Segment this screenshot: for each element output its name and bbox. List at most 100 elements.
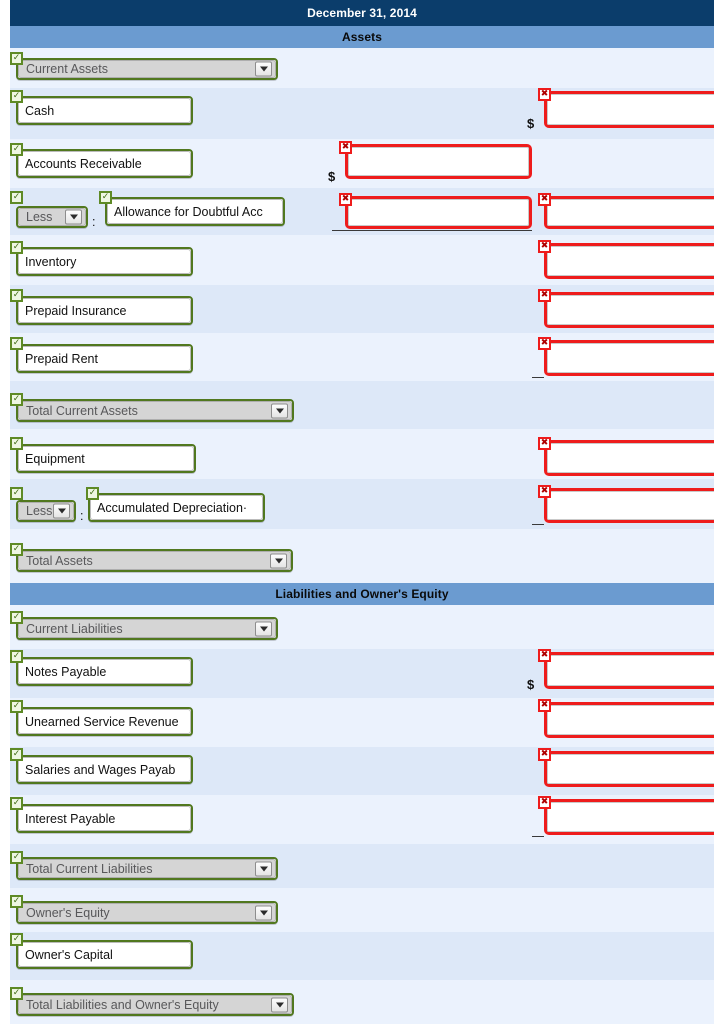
account-select-label-current-assets: Current Assets [26,62,108,76]
chevron-down-icon[interactable] [255,621,272,636]
account-name-input-interest-payable[interactable]: Interest Payable [16,804,193,833]
account-select-total-current-assets[interactable]: Total Current Assets [16,399,294,422]
account-name-input-prepaid-insurance[interactable]: Prepaid Insurance [16,296,193,325]
valid-check-icon-notes-payable: ✓ [10,650,23,663]
amount-input-accounts-receivable-middle[interactable] [345,144,532,179]
account-name-text-cash: Cash [25,103,55,118]
chevron-down-icon[interactable] [255,861,272,876]
currency-symbol-accounts-receivable: $ [328,169,336,184]
valid-check-icon-accumulated-depr-name: ✓ [86,487,99,500]
account-select-total-assets[interactable]: Total Assets [16,549,293,572]
account-select-total-liabilities-equity[interactable]: Total Liabilities and Owner's Equity [16,993,294,1016]
valid-check-icon-allowance-name: ✓ [99,191,112,204]
valid-check-icon-salaries-wages-payable: ✓ [10,748,23,761]
account-name-text-owners-capital: Owner's Capital [25,947,113,962]
invalid-cross-icon-allowance-middle: ✖ [339,193,352,206]
modifier-select-label-accumulated-depr: Less [26,504,53,518]
liabilities-section-banner: Liabilities and Owner's Equity [10,583,714,605]
amount-input-cash-right[interactable] [544,91,714,128]
account-name-text-allowance-doubtful: Allowance for Doubtful Acc [114,204,263,219]
invalid-cross-icon-unearned-service-revenue-amount: ✖ [538,699,551,712]
currency-symbol-cash: $ [527,116,535,131]
chevron-down-icon[interactable] [271,997,288,1012]
valid-check-icon-current-liabilities: ✓ [10,611,23,624]
invalid-cross-icon-accounts-receivable-amount: ✖ [339,141,352,154]
amount-input-allowance-right[interactable] [544,196,714,229]
assets-section-text: Assets [342,30,382,44]
account-select-label-owners-equity: Owner's Equity [26,905,110,920]
account-select-current-assets[interactable]: Current Assets [16,58,278,80]
valid-check-icon-current-assets: ✓ [10,52,23,65]
amount-input-accumulated-depr-right[interactable] [544,488,714,523]
invalid-cross-icon-accumulated-depr-amount: ✖ [538,485,551,498]
account-name-input-salaries-wages-payable[interactable]: Salaries and Wages Payab [16,755,193,784]
balance-sheet-form: December 31, 2014 Assets Liabilities and… [0,0,714,1024]
amount-input-interest-payable-right[interactable] [544,799,714,835]
account-name-input-equipment[interactable]: Equipment [16,444,196,473]
account-select-label-total-assets: Total Assets [26,553,93,568]
statement-date-text: December 31, 2014 [307,6,417,20]
valid-check-icon-total-liabilities-equity: ✓ [10,987,23,1000]
account-name-text-accumulated-depreciation: Accumulated Depreciation· [97,500,248,515]
separator-colon-allowance: : [92,215,96,229]
account-name-text-prepaid-rent: Prepaid Rent [25,351,98,366]
account-name-text-accounts-receivable: Accounts Receivable [25,156,142,171]
account-name-input-inventory[interactable]: Inventory [16,247,193,276]
account-name-text-salaries-wages-payable: Salaries and Wages Payab [25,762,176,777]
amount-input-inventory-right[interactable] [544,243,714,279]
account-name-input-cash[interactable]: Cash [16,96,193,125]
chevron-down-icon[interactable] [65,209,82,225]
amount-input-prepaid-rent-right[interactable] [544,340,714,376]
assets-section-banner: Assets [10,26,714,48]
valid-check-icon-owners-capital: ✓ [10,933,23,946]
account-name-input-owners-capital[interactable]: Owner's Capital [16,940,193,969]
valid-check-icon-total-current-liabilities: ✓ [10,851,23,864]
amount-input-equipment-right[interactable] [544,440,714,476]
amount-input-salaries-wages-payable-right[interactable] [544,751,714,787]
currency-symbol-notes-payable: $ [527,677,535,692]
account-name-text-interest-payable: Interest Payable [25,811,116,826]
account-name-input-accumulated-depreciation[interactable]: Accumulated Depreciation· [88,493,265,522]
invalid-cross-icon-cash-amount: ✖ [538,88,551,101]
subtotal-rule-current-liabilities [532,836,544,837]
valid-check-icon-cash: ✓ [10,90,23,103]
amount-input-allowance-middle[interactable] [345,196,532,229]
chevron-down-icon[interactable] [53,503,70,519]
chevron-down-icon[interactable] [255,61,272,77]
account-name-input-prepaid-rent[interactable]: Prepaid Rent [16,344,193,373]
invalid-cross-icon-interest-payable-amount: ✖ [538,796,551,809]
account-select-label-total-liabilities-equity: Total Liabilities and Owner's Equity [26,997,219,1012]
valid-check-icon-accounts-receivable: ✓ [10,143,23,156]
account-name-input-unearned-service-revenue[interactable]: Unearned Service Revenue [16,707,193,736]
valid-check-icon-prepaid-insurance: ✓ [10,289,23,302]
account-select-label-total-current-assets: Total Current Assets [26,403,138,418]
modifier-select-accumulated-depr[interactable]: Less [16,500,76,522]
account-name-input-accounts-receivable[interactable]: Accounts Receivable [16,149,193,178]
amount-input-unearned-service-revenue-right[interactable] [544,702,714,738]
account-name-input-notes-payable[interactable]: Notes Payable [16,657,193,686]
account-name-text-prepaid-insurance: Prepaid Insurance [25,303,127,318]
amount-input-prepaid-insurance-right[interactable] [544,292,714,328]
account-name-text-notes-payable: Notes Payable [25,664,107,679]
valid-check-icon-owners-equity: ✓ [10,895,23,908]
valid-check-icon-equipment: ✓ [10,437,23,450]
account-name-text-equipment: Equipment [25,451,85,466]
modifier-select-allowance[interactable]: Less [16,206,88,228]
chevron-down-icon[interactable] [271,403,288,418]
invalid-cross-icon-notes-payable-amount: ✖ [538,649,551,662]
statement-date-banner: December 31, 2014 [10,0,714,26]
modifier-select-label-allowance: Less [26,210,53,224]
invalid-cross-icon-equipment-amount: ✖ [538,437,551,450]
invalid-cross-icon-prepaid-insurance-amount: ✖ [538,289,551,302]
chevron-down-icon[interactable] [255,905,272,920]
invalid-cross-icon-prepaid-rent-amount: ✖ [538,337,551,350]
amount-input-notes-payable-right[interactable] [544,652,714,689]
chevron-down-icon[interactable] [270,553,287,568]
account-select-total-current-liabilities[interactable]: Total Current Liabilities [16,857,278,880]
account-select-label-current-liabilities: Current Liabilities [26,621,123,636]
account-name-input-allowance-doubtful[interactable]: Allowance for Doubtful Acc [105,197,285,226]
account-name-text-inventory: Inventory [25,254,77,269]
account-select-owners-equity[interactable]: Owner's Equity [16,901,278,924]
account-select-current-liabilities[interactable]: Current Liabilities [16,617,278,640]
invalid-cross-icon-inventory-amount: ✖ [538,240,551,253]
